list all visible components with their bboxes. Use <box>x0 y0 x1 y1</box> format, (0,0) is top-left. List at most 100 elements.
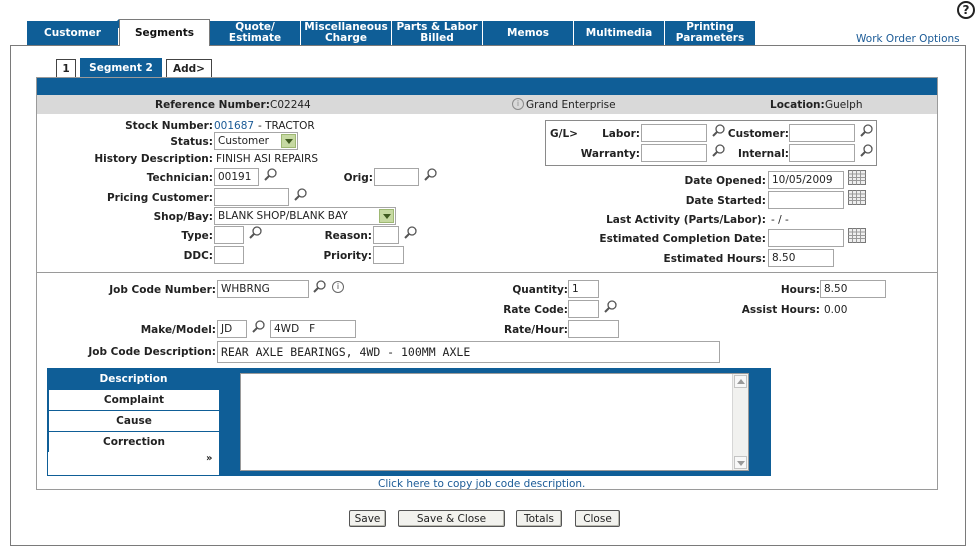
assist-hours-label: Assist Hours: <box>741 304 820 316</box>
stock-number-link[interactable]: 001687 <box>214 120 254 132</box>
ddc-label: DDC: <box>183 250 213 262</box>
pricing-customer-search-icon[interactable] <box>293 187 308 202</box>
copy-job-code-link[interactable]: Click here to copy job code description. <box>378 478 585 490</box>
technician-search-icon[interactable] <box>263 167 278 182</box>
job-description-label: Job Code Description: <box>88 346 216 358</box>
gl-customer-input[interactable] <box>789 124 855 142</box>
segment-tab-1[interactable]: 1 <box>56 59 76 77</box>
reason-label: Reason: <box>324 230 372 242</box>
gl-internal-search-icon[interactable] <box>859 143 874 158</box>
description-tab-active[interactable]: Description <box>48 369 219 389</box>
model-input[interactable]: 4WD F <box>270 320 356 338</box>
history-description-value: FINISH ASI REPAIRS <box>216 153 319 165</box>
close-button[interactable]: Close <box>575 510 620 527</box>
quantity-label: Quantity: <box>512 284 568 296</box>
calendar-icon[interactable] <box>848 228 866 243</box>
tab-segments[interactable]: Segments <box>119 19 210 46</box>
scroll-up-icon[interactable] <box>734 375 747 388</box>
quantity-input[interactable]: 1 <box>568 280 599 298</box>
job-code-info-icon[interactable]: i <box>332 281 344 293</box>
job-code-search-icon[interactable] <box>312 279 327 294</box>
textarea-scrollbar[interactable] <box>732 374 748 470</box>
make-input[interactable]: JD <box>217 320 247 338</box>
gl-title: G/L> <box>550 128 578 140</box>
last-activity-value: - / - <box>771 214 789 226</box>
rate-hour-input[interactable] <box>568 320 619 338</box>
work-order-options-link[interactable]: Work Order Options <box>856 33 960 45</box>
status-select[interactable]: Customer <box>214 132 298 150</box>
shop-bay-label: Shop/Bay: <box>153 211 213 223</box>
est-hours-input[interactable]: 8.50 <box>768 249 834 267</box>
tab-memos[interactable]: Memos <box>483 21 574 45</box>
est-completion-label: Estimated Completion Date: <box>599 233 766 245</box>
chevron-down-icon <box>281 134 296 148</box>
gl-internal-input[interactable] <box>789 144 855 162</box>
calendar-icon[interactable] <box>848 190 866 205</box>
job-description-input[interactable]: REAR AXLE BEARINGS, 4WD - 100MM AXLE <box>217 341 720 363</box>
reference-number-value: C02244 <box>270 99 311 111</box>
chevron-down-icon <box>379 209 394 223</box>
gl-customer-label: Customer: <box>727 128 789 140</box>
tab-quote-estimate[interactable]: Quote/ Estimate <box>210 21 301 45</box>
gl-labor-label: Labor: <box>602 128 640 140</box>
ddc-input[interactable] <box>214 246 244 264</box>
calendar-icon[interactable] <box>848 170 866 185</box>
save-close-button[interactable]: Save & Close <box>398 510 505 527</box>
orig-search-icon[interactable] <box>423 167 438 182</box>
rate-code-search-icon[interactable] <box>603 299 618 314</box>
complaint-tab[interactable]: Complaint <box>48 389 219 410</box>
tab-customer[interactable]: Customer <box>27 21 119 45</box>
technician-input[interactable]: 00191 <box>214 168 259 186</box>
date-started-input[interactable] <box>768 191 844 209</box>
last-activity-label: Last Activity (Parts/Labor): <box>606 214 766 226</box>
stock-number-desc: - TRACTOR <box>258 120 315 132</box>
reason-input[interactable] <box>373 226 399 244</box>
tab-printing-parameters[interactable]: Printing Parameters <box>665 21 756 45</box>
priority-label: Priority: <box>323 250 372 262</box>
location-value: Guelph <box>825 99 863 111</box>
segment-tab-2[interactable]: Segment 2 <box>80 58 162 77</box>
rate-code-input[interactable] <box>568 300 599 318</box>
orig-input[interactable] <box>374 168 419 186</box>
gl-labor-input[interactable] <box>641 124 707 142</box>
totals-button[interactable]: Totals <box>516 510 562 527</box>
pricing-customer-label: Pricing Customer: <box>106 192 213 204</box>
tab-parts-labor-billed[interactable]: Parts & Labor Billed <box>392 21 483 45</box>
type-input[interactable] <box>214 226 244 244</box>
date-opened-label: Date Opened: <box>684 175 766 187</box>
technician-label: Technician: <box>146 172 213 184</box>
rate-hour-label: Rate/Hour: <box>504 324 568 336</box>
hours-input[interactable]: 8.50 <box>820 280 886 298</box>
tab-multimedia[interactable]: Multimedia <box>574 21 665 45</box>
shop-bay-select[interactable]: BLANK SHOP/BLANK BAY <box>214 207 396 225</box>
description-textarea[interactable] <box>240 373 749 471</box>
pricing-customer-input[interactable] <box>214 188 289 206</box>
job-code-input[interactable]: WHBRNG <box>217 280 309 298</box>
date-opened-input[interactable]: 10/05/2009 <box>768 171 844 189</box>
rate-code-label: Rate Code: <box>503 304 568 316</box>
reference-number-label: Reference Number: <box>155 99 270 111</box>
gl-customer-search-icon[interactable] <box>859 123 874 138</box>
type-search-icon[interactable] <box>248 225 263 240</box>
desc-tab-filler <box>48 452 219 475</box>
expand-arrow-icon[interactable]: » <box>206 453 212 464</box>
save-button[interactable]: Save <box>349 510 386 527</box>
help-icon[interactable]: ? <box>957 1 975 19</box>
info-icon[interactable]: i <box>512 98 524 110</box>
cause-tab[interactable]: Cause <box>48 410 219 431</box>
correction-tab[interactable]: Correction <box>48 431 219 452</box>
gl-labor-search-icon[interactable] <box>711 123 726 138</box>
tab-miscellaneous-charge[interactable]: Miscellaneous Charge <box>301 21 392 45</box>
type-label: Type: <box>181 230 213 242</box>
make-search-icon[interactable] <box>251 319 266 334</box>
date-started-label: Date Started: <box>685 195 766 207</box>
priority-input[interactable] <box>373 246 404 264</box>
scroll-down-icon[interactable] <box>734 456 747 469</box>
gl-warranty-search-icon[interactable] <box>711 143 726 158</box>
est-hours-label: Estimated Hours: <box>663 253 766 265</box>
reason-search-icon[interactable] <box>403 225 418 240</box>
gl-warranty-input[interactable] <box>641 144 707 162</box>
section-divider <box>37 272 937 273</box>
segment-tab-add[interactable]: Add> <box>166 59 212 77</box>
est-completion-input[interactable] <box>768 229 844 247</box>
